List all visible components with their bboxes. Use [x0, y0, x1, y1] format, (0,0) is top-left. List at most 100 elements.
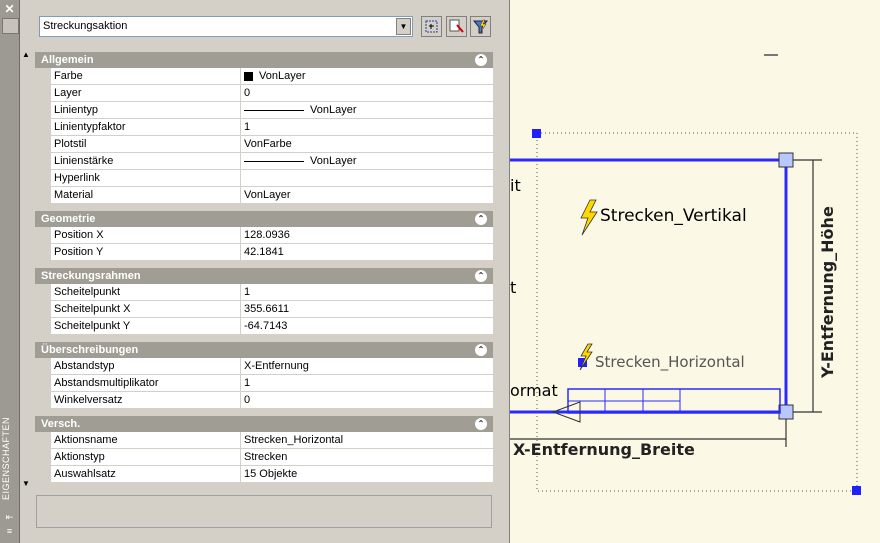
row-gutter: [35, 466, 51, 482]
property-value: -64.7143: [244, 320, 288, 332]
property-value: 42.1841: [244, 246, 284, 258]
lightning-vertical-icon: [580, 199, 598, 236]
property-value-cell[interactable]: [241, 170, 493, 186]
property-value-cell[interactable]: 1: [241, 119, 493, 135]
autohide-icon[interactable]: ⇤: [4, 512, 15, 522]
property-row[interactable]: Farbe VonLayer: [35, 68, 493, 85]
row-gutter: [35, 136, 51, 152]
grip-top-left[interactable]: [532, 129, 541, 138]
property-value-cell[interactable]: Strecken_Horizontal: [241, 432, 493, 448]
property-value-cell[interactable]: 1: [241, 284, 493, 300]
property-value-cell[interactable]: -64.7143: [241, 318, 493, 334]
quick-select-icon: [472, 19, 489, 34]
property-row[interactable]: Linienstärke VonLayer: [35, 153, 493, 170]
property-row[interactable]: Scheitelpunkt Y -64.7143: [35, 318, 493, 335]
property-name: Aktionstyp: [51, 449, 241, 465]
category-title: Versch.: [41, 418, 81, 430]
category-header[interactable]: Geometrie ⌃: [35, 211, 493, 227]
palette-menu-icon[interactable]: ≡: [4, 526, 15, 536]
grip-top-right[interactable]: [778, 152, 794, 168]
property-row[interactable]: Layer 0: [35, 85, 493, 102]
property-value-cell[interactable]: 128.0936: [241, 227, 493, 243]
property-row[interactable]: Hyperlink: [35, 170, 493, 187]
property-name: Auswahlsatz: [51, 466, 241, 482]
property-row[interactable]: Aktionstyp Strecken: [35, 449, 493, 466]
row-gutter: [35, 301, 51, 317]
row-gutter: [35, 318, 51, 334]
property-row[interactable]: Scheitelpunkt 1: [35, 284, 493, 301]
category-gap: [35, 335, 493, 342]
property-value-cell[interactable]: VonLayer: [241, 153, 493, 169]
category-header[interactable]: Versch. ⌃: [35, 416, 493, 432]
property-value-cell[interactable]: VonLayer: [241, 187, 493, 203]
property-value-cell[interactable]: VonFarbe: [241, 136, 493, 152]
row-gutter: [35, 170, 51, 186]
property-row[interactable]: Position X 128.0936: [35, 227, 493, 244]
property-row[interactable]: Linientypfaktor 1: [35, 119, 493, 136]
collapse-chevron-icon[interactable]: ⌃: [475, 418, 487, 430]
label-strecken-horizontal: Strecken_Horizontal: [595, 353, 745, 371]
category-title: Überschreibungen: [41, 344, 139, 356]
property-name: Aktionsname: [51, 432, 241, 448]
row-gutter: [35, 119, 51, 135]
category-header[interactable]: Überschreibungen ⌃: [35, 342, 493, 358]
property-row[interactable]: Abstandsmultiplikator 1: [35, 375, 493, 392]
property-value: Strecken: [244, 451, 288, 463]
stretch-frame: [536, 132, 858, 492]
property-value-cell[interactable]: 0: [241, 392, 493, 408]
chevron-down-icon[interactable]: ▼: [396, 18, 411, 35]
scroll-up-icon[interactable]: ▲: [21, 50, 31, 60]
property-name: Layer: [51, 85, 241, 101]
property-row[interactable]: Auswahlsatz 15 Objekte: [35, 466, 493, 483]
category-header[interactable]: Streckungsrahmen ⌃: [35, 268, 493, 284]
row-gutter: [35, 244, 51, 260]
selection-dropdown[interactable]: Streckungsaktion ▼: [39, 16, 413, 37]
property-value-cell[interactable]: 15 Objekte: [241, 466, 493, 482]
close-icon[interactable]: ✕: [3, 3, 16, 16]
collapse-chevron-icon[interactable]: ⌃: [475, 344, 487, 356]
property-row[interactable]: Abstandstyp X-Entfernung: [35, 358, 493, 375]
property-value-cell[interactable]: 1: [241, 375, 493, 391]
property-row[interactable]: Aktionsname Strecken_Horizontal: [35, 432, 493, 449]
property-value-cell[interactable]: VonLayer: [241, 68, 493, 84]
property-row[interactable]: Plotstil VonFarbe: [35, 136, 493, 153]
grip-bottom-right[interactable]: [852, 486, 861, 495]
description-panel: [36, 495, 492, 528]
property-value-cell[interactable]: 355.6611: [241, 301, 493, 317]
quick-select-button[interactable]: [470, 16, 491, 37]
property-name: Abstandsmultiplikator: [51, 375, 241, 391]
collapse-chevron-icon[interactable]: ⌃: [475, 270, 487, 282]
property-row[interactable]: Scheitelpunkt X 355.6611: [35, 301, 493, 318]
scroll-down-icon[interactable]: ▼: [21, 479, 31, 489]
partial-text-3: ormat: [510, 381, 558, 400]
collapse-chevron-icon[interactable]: ⌃: [475, 213, 487, 225]
property-value-cell[interactable]: 0: [241, 85, 493, 101]
palette-titlebar[interactable]: ✕ EIGENSCHAFTEN ⇤ ≡: [0, 0, 20, 543]
property-value: 1: [244, 377, 251, 389]
toggle-pickadd-button[interactable]: [421, 16, 442, 37]
collapse-chevron-icon[interactable]: ⌃: [475, 54, 487, 66]
label-strecken-vertikal: Strecken_Vertikal: [600, 206, 747, 226]
property-value-cell[interactable]: Strecken: [241, 449, 493, 465]
properties-palette: ✕ EIGENSCHAFTEN ⇤ ≡ ▲ ▼ Streckungsaktion…: [0, 0, 510, 543]
property-row[interactable]: Material VonLayer: [35, 187, 493, 204]
property-value-cell[interactable]: VonLayer: [241, 102, 493, 118]
property-row[interactable]: Winkelversatz 0: [35, 392, 493, 409]
property-value: VonLayer: [310, 104, 357, 116]
color-swatch: [244, 71, 253, 81]
property-value: Strecken_Horizontal: [244, 434, 344, 446]
category-title: Streckungsrahmen: [41, 270, 141, 282]
property-value-cell[interactable]: X-Entfernung: [241, 358, 493, 374]
select-objects-button[interactable]: [446, 16, 467, 37]
property-value-cell[interactable]: 42.1841: [241, 244, 493, 260]
property-name: Scheitelpunkt Y: [51, 318, 241, 334]
property-row[interactable]: Position Y 42.1841: [35, 244, 493, 261]
row-gutter: [35, 375, 51, 391]
category-header[interactable]: Allgemein ⌃: [35, 52, 493, 68]
property-name: Scheitelpunkt X: [51, 301, 241, 317]
select-objects-icon: [449, 19, 464, 33]
property-row[interactable]: Linientyp VonLayer: [35, 102, 493, 119]
property-name: Winkelversatz: [51, 392, 241, 408]
grip-bottom-right-corner[interactable]: [778, 404, 794, 420]
label-x-entfernung: X-Entfernung_Breite: [513, 440, 695, 459]
